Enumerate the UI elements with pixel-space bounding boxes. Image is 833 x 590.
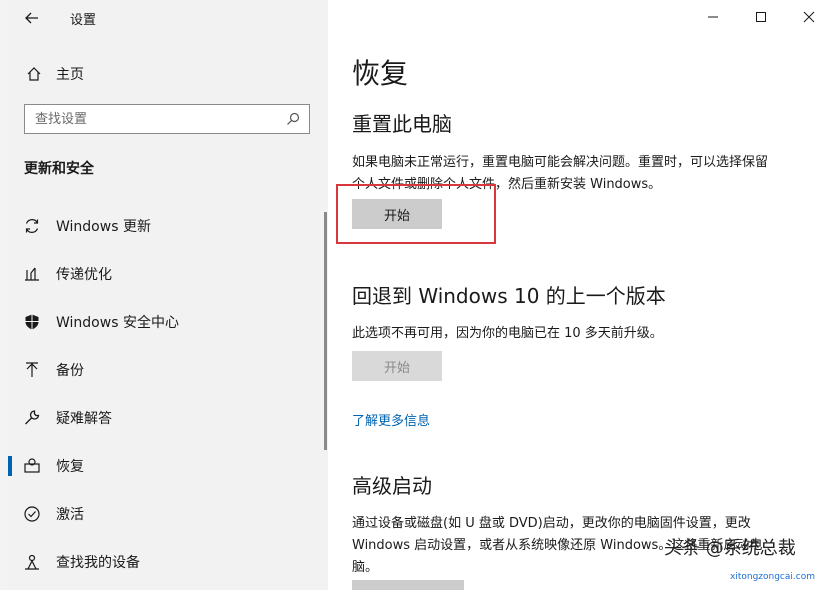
sidebar-item-label: 疑难解答 [56, 411, 112, 427]
watermark-url: xitongzongcai.com [730, 572, 815, 582]
maximize-icon [756, 12, 766, 22]
titlebar-left: 设置 [8, 0, 328, 36]
recovery-icon [22, 456, 42, 476]
sidebar-item-label: 查找我的设备 [56, 555, 140, 571]
watermark-text: 头条 @系统总裁 [664, 538, 796, 559]
sidebar-item-label: 传递优化 [56, 267, 112, 283]
find-device-icon [22, 552, 42, 572]
backup-arrow-icon [22, 360, 42, 380]
wrench-icon [22, 408, 42, 428]
check-circle-icon [22, 504, 42, 524]
sidebar-item-label: 激活 [56, 507, 84, 523]
goback-heading: 回退到 Windows 10 的上一个版本 [352, 284, 666, 308]
sidebar-item-windows-security[interactable]: Windows 安全中心 [8, 298, 328, 346]
sidebar-nav: Windows 更新 传递优化 Windows 安全中心 备份 疑难解答 恢复 … [8, 202, 328, 586]
reset-heading: 重置此电脑 [352, 112, 452, 136]
main-content: 恢复 重置此电脑 如果电脑未正常运行，重置电脑可能会解决问题。重置时，可以选择保… [328, 0, 833, 590]
back-button[interactable] [20, 6, 44, 30]
delivery-optimization-icon [22, 264, 42, 284]
reset-start-button[interactable]: 开始 [352, 199, 442, 229]
reset-description-line: 如果电脑未正常运行，重置电脑可能会解决问题。重置时，可以选择保留 [352, 155, 769, 170]
search-box [24, 104, 310, 134]
close-icon [803, 11, 815, 23]
settings-sidebar: 设置 主页 更新和安全 Wind [8, 0, 328, 590]
page-title: 恢复 [352, 57, 409, 90]
search-icon[interactable] [285, 111, 301, 127]
sidebar-item-recovery[interactable]: 恢复 [8, 442, 328, 490]
goback-description: 此选项不再可用，因为你的电脑已在 10 多天前升级。 [352, 326, 663, 341]
minimize-icon [708, 16, 718, 18]
maximize-button[interactable] [737, 0, 785, 34]
section-title: 更新和安全 [24, 161, 94, 177]
sidebar-scrollbar[interactable] [324, 212, 327, 450]
app-title: 设置 [70, 13, 97, 28]
advanced-startup-heading: 高级启动 [352, 474, 432, 498]
watermark: 头条 @系统总裁 xitongzongcai.com [664, 526, 833, 590]
sidebar-item-home[interactable]: 主页 [8, 58, 328, 90]
sidebar-item-label: 备份 [56, 363, 84, 379]
sidebar-item-label: 恢复 [56, 459, 84, 475]
sidebar-item-backup[interactable]: 备份 [8, 346, 328, 394]
close-button[interactable] [785, 0, 833, 34]
sidebar-item-delivery-optimization[interactable]: 传递优化 [8, 250, 328, 298]
sidebar-item-activation[interactable]: 激活 [8, 490, 328, 538]
learn-more-link[interactable]: 了解更多信息 [352, 410, 430, 429]
sidebar-item-windows-update[interactable]: Windows 更新 [8, 202, 328, 250]
search-input[interactable] [25, 105, 275, 133]
sidebar-item-label: Windows 更新 [56, 219, 151, 235]
home-icon [24, 64, 44, 84]
advanced-restart-button[interactable] [352, 580, 464, 590]
sidebar-item-find-my-device[interactable]: 查找我的设备 [8, 538, 328, 586]
shield-icon [22, 312, 42, 332]
back-arrow-icon [25, 12, 38, 24]
sidebar-item-label: 主页 [56, 67, 84, 83]
goback-start-button[interactable]: 开始 [352, 351, 442, 381]
sidebar-item-label: Windows 安全中心 [56, 315, 179, 331]
window-controls [689, 0, 833, 34]
sidebar-item-troubleshoot[interactable]: 疑难解答 [8, 394, 328, 442]
sync-icon [22, 216, 42, 236]
minimize-button[interactable] [689, 0, 737, 34]
